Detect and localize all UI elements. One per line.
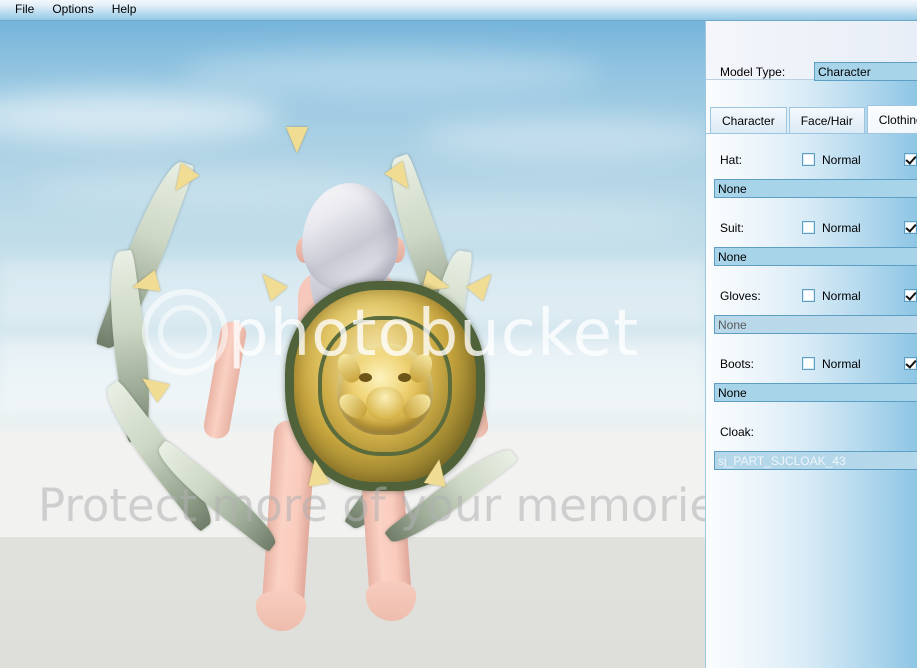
slot-suit: Suit: Normal None [706,213,917,266]
lion-eye-right [398,372,411,382]
slot-boots-enabled-checkbox[interactable] [904,357,917,370]
model-type-input[interactable]: Character [814,62,917,81]
properties-panel: Model Type: Character Character Face/Hai… [705,21,917,668]
menu-bar: File Options Help [0,0,917,21]
slot-gloves-normal-checkbox[interactable] [802,289,815,302]
slot-gloves-normal-label: Normal [822,289,861,303]
slot-cloak-label: Cloak: [720,425,755,439]
slot-suit-enabled-checkbox[interactable] [904,221,917,234]
application-window: File Options Help photobucket Protect mo… [0,0,917,668]
menu-item-help[interactable]: Help [103,1,146,19]
slot-hat-normal-label: Normal [822,153,861,167]
cloak-spike [286,127,308,153]
model-viewport-3d[interactable]: photobucket Protect more of your memorie… [0,21,705,668]
lion-mane-tuft [405,349,437,386]
slot-gloves-value[interactable]: None [714,315,917,334]
slot-gloves-label: Gloves: [720,289,761,303]
slot-boots: Boots: Normal None [706,349,917,402]
shield-inner-ring [318,316,452,456]
character-model[interactable] [94,121,580,651]
lion-snout [366,386,404,421]
slot-cloak: Cloak: sj_PART_SJCLOAK_43 [706,417,917,470]
slot-gloves: Gloves: Normal None [706,281,917,334]
slot-hat-normal-checkbox[interactable] [802,153,815,166]
slot-hat-header: Hat: Normal [706,145,917,175]
tab-clothing[interactable]: Clothing [866,105,917,134]
model-type-label: Model Type: [720,65,786,79]
slot-suit-value[interactable]: None [714,247,917,266]
cloud [180,51,600,95]
menu-item-options[interactable]: Options [43,1,102,19]
cloak-blade-lower-left [149,439,285,553]
lion-mane-tuft [398,388,436,423]
slot-hat-value[interactable]: None [714,179,917,198]
lion-emblem [333,342,437,435]
lion-eye-left [359,372,372,382]
slot-suit-header: Suit: Normal [706,213,917,243]
shield-rim-spike [466,266,500,302]
tab-face-hair[interactable]: Face/Hair [788,107,865,134]
foot-right [366,581,416,621]
slot-hat-label: Hat: [720,153,743,167]
tab-bar-underline [706,133,917,134]
slot-hat-enabled-checkbox[interactable] [904,153,917,166]
slot-hat: Hat: Normal None [706,145,917,198]
foot-left [256,591,306,631]
arm-left [201,319,249,441]
tab-character[interactable]: Character [710,107,787,134]
slot-boots-value[interactable]: None [714,383,917,402]
hair [302,183,398,291]
slot-cloak-value[interactable]: sj_PART_SJCLOAK_43 [714,451,917,470]
menu-item-file[interactable]: File [6,1,43,19]
slot-cloak-header: Cloak: [706,417,917,447]
slot-boots-normal-label: Normal [822,357,861,371]
slot-suit-normal-label: Normal [822,221,861,235]
slot-gloves-header: Gloves: Normal [706,281,917,311]
slot-suit-label: Suit: [720,221,745,235]
slot-gloves-enabled-checkbox[interactable] [904,289,917,302]
slot-boots-header: Boots: Normal [706,349,917,379]
slot-suit-normal-checkbox[interactable] [802,221,815,234]
slot-boots-label: Boots: [720,357,755,371]
slot-boots-normal-checkbox[interactable] [802,357,815,370]
shield-rim-spike [254,266,288,302]
tab-bar: Character Face/Hair Clothing [710,104,917,134]
shield-rim-spike [303,457,331,487]
shield-rim-spike [423,457,451,487]
